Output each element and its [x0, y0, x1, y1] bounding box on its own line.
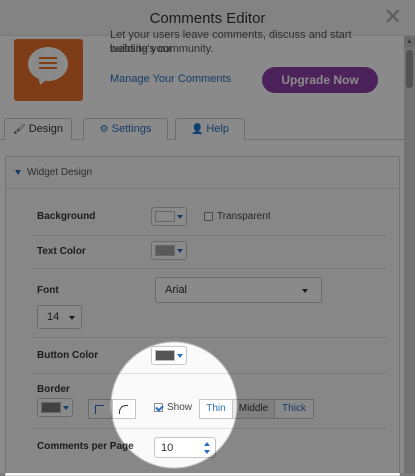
chevron-down-icon[interactable]: [204, 450, 210, 454]
panel-title: Widget Design: [27, 167, 93, 178]
chevron-down-icon: [302, 289, 308, 293]
transparent-label: Transparent: [217, 211, 271, 222]
chevron-down-icon: [177, 215, 183, 219]
tab-help[interactable]: 👤 Help: [175, 118, 245, 140]
rounded-corner-button[interactable]: [112, 399, 136, 419]
font-size-select[interactable]: 14: [37, 305, 82, 329]
border-middle-button[interactable]: Middle: [232, 399, 275, 419]
gear-icon: ⚙: [99, 124, 109, 135]
divider: [32, 235, 387, 236]
panel-header[interactable]: Widget Design: [6, 157, 399, 189]
comments-per-page-label: Comments per Page: [37, 441, 134, 452]
user-icon: 👤: [190, 124, 204, 135]
text-color-label: Text Color: [37, 246, 86, 257]
background-label: Background: [37, 211, 96, 222]
background-color-picker[interactable]: [151, 207, 187, 226]
tab-bar: 🖌 Design ⚙ Settings 👤 Help: [0, 110, 404, 141]
scrollbar-thumb[interactable]: [406, 50, 413, 88]
divider: [32, 268, 387, 269]
transparent-checkbox[interactable]: [204, 212, 213, 221]
tab-settings[interactable]: ⚙ Settings: [83, 118, 168, 140]
rounded-corner-icon: [119, 405, 128, 414]
button-color-swatch: [155, 350, 175, 361]
tab-content: Widget Design Background Transparent Tex…: [0, 140, 404, 476]
widget-design-panel: Widget Design Background Transparent Tex…: [5, 156, 400, 476]
font-family-value: Arial: [165, 284, 188, 296]
window-title: Comments Editor: [149, 10, 266, 27]
divider: [32, 373, 387, 374]
square-corner-icon: [95, 405, 104, 414]
collapse-caret-icon: [15, 170, 21, 175]
scroll-up-icon[interactable]: ▲: [404, 36, 415, 47]
border-show-checkbox[interactable]: [154, 403, 163, 412]
button-color-label: Button Color: [37, 350, 99, 361]
border-thick-button[interactable]: Thick: [274, 399, 314, 419]
text-color-swatch: [155, 245, 175, 256]
border-color-picker[interactable]: [37, 398, 73, 417]
app-header: Let your users leave comments, discuss a…: [0, 29, 404, 110]
square-corner-button[interactable]: [88, 399, 112, 419]
tab-settings-label: Settings: [111, 123, 152, 135]
chevron-down-icon: [177, 354, 183, 358]
font-family-select[interactable]: Arial: [155, 277, 322, 303]
chevron-down-icon: [69, 316, 75, 320]
chevron-down-icon: [177, 249, 183, 253]
tab-design[interactable]: 🖌 Design: [4, 118, 72, 141]
divider: [32, 337, 387, 338]
description-line-2: website's community.: [110, 43, 214, 55]
font-label: Font: [37, 285, 59, 296]
chevron-up-icon[interactable]: [204, 442, 210, 446]
tab-design-label: Design: [28, 123, 63, 135]
comments-per-page-value: 10: [161, 442, 174, 454]
chevron-down-icon: [63, 406, 69, 410]
button-color-picker[interactable]: [151, 346, 187, 365]
border-thin-button[interactable]: Thin: [199, 399, 233, 419]
comments-per-page-stepper[interactable]: 10: [154, 437, 216, 458]
comments-logo-icon: [14, 39, 83, 101]
close-icon[interactable]: ✕: [384, 6, 402, 28]
border-color-swatch: [41, 402, 61, 413]
brush-icon: 🖌: [13, 124, 26, 135]
upgrade-now-button[interactable]: Upgrade Now: [262, 67, 378, 93]
background-color-swatch: [155, 211, 175, 222]
divider: [32, 428, 387, 429]
tab-help-label: Help: [206, 123, 230, 135]
text-color-picker[interactable]: [151, 241, 187, 260]
border-show-label: Show: [167, 402, 193, 413]
scrollbar[interactable]: ▲: [404, 36, 415, 473]
border-label: Border: [37, 384, 70, 395]
manage-comments-link[interactable]: Manage Your Comments: [110, 73, 231, 85]
font-size-value: 14: [47, 311, 60, 323]
